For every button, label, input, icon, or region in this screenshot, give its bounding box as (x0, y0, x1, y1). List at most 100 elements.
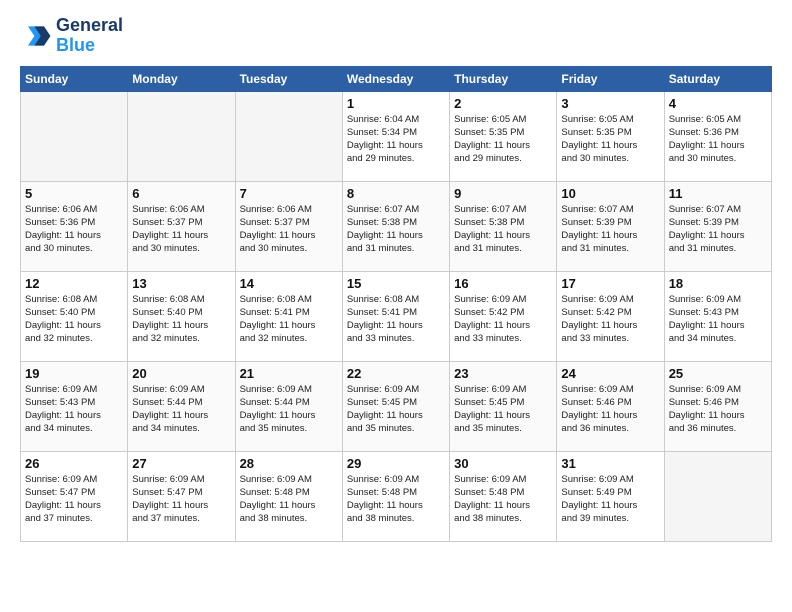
calendar-cell: 5 Sunrise: 6:06 AM Sunset: 5:36 PM Daylig… (21, 181, 128, 271)
calendar-cell: 22Sunrise: 6:09 AM Sunset: 5:45 PM Dayli… (342, 361, 449, 451)
logo-icon (20, 20, 52, 52)
day-number: 20 (132, 366, 230, 381)
logo-text: General Blue (56, 16, 123, 56)
calendar-cell (235, 91, 342, 181)
calendar-cell: 1 Sunrise: 6:04 AM Sunset: 5:34 PM Daylig… (342, 91, 449, 181)
day-info: Sunrise: 6:09 AM Sunset: 5:47 PM Dayligh… (25, 473, 123, 526)
day-number: 4 (669, 96, 767, 111)
day-info: Sunrise: 6:09 AM Sunset: 5:49 PM Dayligh… (561, 473, 659, 526)
calendar-cell: 25 Sunrise: 6:09 AM Sunset: 5:46 PM Dayli… (664, 361, 771, 451)
calendar-cell (21, 91, 128, 181)
logo: General Blue (20, 16, 123, 56)
day-info: Sunrise: 6:09 AM Sunset: 5:42 PM Dayligh… (561, 293, 659, 346)
day-number: 1 (347, 96, 445, 111)
day-info: Sunrise: 6:09 AM Sunset: 5:48 PM Dayligh… (454, 473, 552, 526)
calendar-cell: 16 Sunrise: 6:09 AM Sunset: 5:42 PM Dayli… (450, 271, 557, 361)
weekday-header-row: SundayMondayTuesdayWednesdayThursdayFrid… (21, 66, 772, 91)
day-info: Sunrise: 6:09 AM Sunset: 5:44 PM Dayligh… (132, 383, 230, 436)
calendar-cell: 28 Sunrise: 6:09 AM Sunset: 5:48 PM Dayli… (235, 451, 342, 541)
calendar-cell: 10 Sunrise: 6:07 AM Sunset: 5:39 PM Dayli… (557, 181, 664, 271)
calendar-week-4: 19Sunrise: 6:09 AM Sunset: 5:43 PM Dayli… (21, 361, 772, 451)
day-info: Sunrise: 6:09 AM Sunset: 5:48 PM Dayligh… (240, 473, 338, 526)
calendar-cell: 24 Sunrise: 6:09 AM Sunset: 5:46 PM Dayli… (557, 361, 664, 451)
day-number: 5 (25, 186, 123, 201)
day-info: Sunrise: 6:08 AM Sunset: 5:40 PM Dayligh… (25, 293, 123, 346)
calendar-week-3: 12 Sunrise: 6:08 AM Sunset: 5:40 PM Dayli… (21, 271, 772, 361)
day-info: Sunrise: 6:07 AM Sunset: 5:38 PM Dayligh… (454, 203, 552, 256)
header: General Blue (20, 16, 772, 56)
day-number: 18 (669, 276, 767, 291)
calendar-cell: 15 Sunrise: 6:08 AM Sunset: 5:41 PM Dayli… (342, 271, 449, 361)
day-number: 25 (669, 366, 767, 381)
day-number: 10 (561, 186, 659, 201)
day-number: 31 (561, 456, 659, 471)
calendar-cell: 19Sunrise: 6:09 AM Sunset: 5:43 PM Dayli… (21, 361, 128, 451)
day-info: Sunrise: 6:09 AM Sunset: 5:46 PM Dayligh… (561, 383, 659, 436)
weekday-header-monday: Monday (128, 66, 235, 91)
day-info: Sunrise: 6:09 AM Sunset: 5:44 PM Dayligh… (240, 383, 338, 436)
day-info: Sunrise: 6:05 AM Sunset: 5:35 PM Dayligh… (454, 113, 552, 166)
weekday-header-saturday: Saturday (664, 66, 771, 91)
day-number: 3 (561, 96, 659, 111)
day-info: Sunrise: 6:09 AM Sunset: 5:46 PM Dayligh… (669, 383, 767, 436)
calendar-cell: 23 Sunrise: 6:09 AM Sunset: 5:45 PM Dayli… (450, 361, 557, 451)
calendar-cell: 27Sunrise: 6:09 AM Sunset: 5:47 PM Dayli… (128, 451, 235, 541)
day-number: 7 (240, 186, 338, 201)
day-number: 24 (561, 366, 659, 381)
weekday-header-tuesday: Tuesday (235, 66, 342, 91)
day-info: Sunrise: 6:09 AM Sunset: 5:45 PM Dayligh… (454, 383, 552, 436)
weekday-header-friday: Friday (557, 66, 664, 91)
calendar-cell: 31 Sunrise: 6:09 AM Sunset: 5:49 PM Dayli… (557, 451, 664, 541)
day-number: 14 (240, 276, 338, 291)
calendar-cell: 3 Sunrise: 6:05 AM Sunset: 5:35 PM Daylig… (557, 91, 664, 181)
day-number: 28 (240, 456, 338, 471)
day-number: 2 (454, 96, 552, 111)
calendar-cell: 11Sunrise: 6:07 AM Sunset: 5:39 PM Dayli… (664, 181, 771, 271)
day-info: Sunrise: 6:06 AM Sunset: 5:36 PM Dayligh… (25, 203, 123, 256)
day-number: 9 (454, 186, 552, 201)
calendar-cell: 14 Sunrise: 6:08 AM Sunset: 5:41 PM Dayli… (235, 271, 342, 361)
calendar-cell: 8Sunrise: 6:07 AM Sunset: 5:38 PM Daylig… (342, 181, 449, 271)
day-number: 22 (347, 366, 445, 381)
day-info: Sunrise: 6:08 AM Sunset: 5:40 PM Dayligh… (132, 293, 230, 346)
calendar-cell: 2 Sunrise: 6:05 AM Sunset: 5:35 PM Daylig… (450, 91, 557, 181)
calendar-cell: 18 Sunrise: 6:09 AM Sunset: 5:43 PM Dayli… (664, 271, 771, 361)
day-info: Sunrise: 6:09 AM Sunset: 5:43 PM Dayligh… (669, 293, 767, 346)
day-number: 30 (454, 456, 552, 471)
day-number: 17 (561, 276, 659, 291)
day-info: Sunrise: 6:09 AM Sunset: 5:42 PM Dayligh… (454, 293, 552, 346)
calendar-cell: 17 Sunrise: 6:09 AM Sunset: 5:42 PM Dayli… (557, 271, 664, 361)
page: General Blue SundayMondayTuesdayWednesda… (0, 0, 792, 552)
calendar-cell: 30 Sunrise: 6:09 AM Sunset: 5:48 PM Dayli… (450, 451, 557, 541)
weekday-header-wednesday: Wednesday (342, 66, 449, 91)
calendar-week-5: 26Sunrise: 6:09 AM Sunset: 5:47 PM Dayli… (21, 451, 772, 541)
day-info: Sunrise: 6:08 AM Sunset: 5:41 PM Dayligh… (347, 293, 445, 346)
calendar-cell: 9 Sunrise: 6:07 AM Sunset: 5:38 PM Daylig… (450, 181, 557, 271)
calendar-cell: 13Sunrise: 6:08 AM Sunset: 5:40 PM Dayli… (128, 271, 235, 361)
calendar-cell (128, 91, 235, 181)
day-info: Sunrise: 6:07 AM Sunset: 5:39 PM Dayligh… (561, 203, 659, 256)
day-number: 23 (454, 366, 552, 381)
weekday-header-sunday: Sunday (21, 66, 128, 91)
day-number: 15 (347, 276, 445, 291)
calendar-cell: 20 Sunrise: 6:09 AM Sunset: 5:44 PM Dayli… (128, 361, 235, 451)
day-info: Sunrise: 6:08 AM Sunset: 5:41 PM Dayligh… (240, 293, 338, 346)
calendar-cell: 26Sunrise: 6:09 AM Sunset: 5:47 PM Dayli… (21, 451, 128, 541)
weekday-header-thursday: Thursday (450, 66, 557, 91)
day-number: 12 (25, 276, 123, 291)
day-number: 16 (454, 276, 552, 291)
day-info: Sunrise: 6:09 AM Sunset: 5:43 PM Dayligh… (25, 383, 123, 436)
day-info: Sunrise: 6:09 AM Sunset: 5:47 PM Dayligh… (132, 473, 230, 526)
day-info: Sunrise: 6:05 AM Sunset: 5:36 PM Dayligh… (669, 113, 767, 166)
day-info: Sunrise: 6:05 AM Sunset: 5:35 PM Dayligh… (561, 113, 659, 166)
calendar-cell: 7Sunrise: 6:06 AM Sunset: 5:37 PM Daylig… (235, 181, 342, 271)
calendar-cell: 29Sunrise: 6:09 AM Sunset: 5:48 PM Dayli… (342, 451, 449, 541)
calendar-table: SundayMondayTuesdayWednesdayThursdayFrid… (20, 66, 772, 542)
calendar-week-1: 1 Sunrise: 6:04 AM Sunset: 5:34 PM Daylig… (21, 91, 772, 181)
day-number: 29 (347, 456, 445, 471)
day-info: Sunrise: 6:04 AM Sunset: 5:34 PM Dayligh… (347, 113, 445, 166)
day-info: Sunrise: 6:07 AM Sunset: 5:38 PM Dayligh… (347, 203, 445, 256)
calendar-cell (664, 451, 771, 541)
calendar-cell: 4 Sunrise: 6:05 AM Sunset: 5:36 PM Daylig… (664, 91, 771, 181)
day-number: 6 (132, 186, 230, 201)
